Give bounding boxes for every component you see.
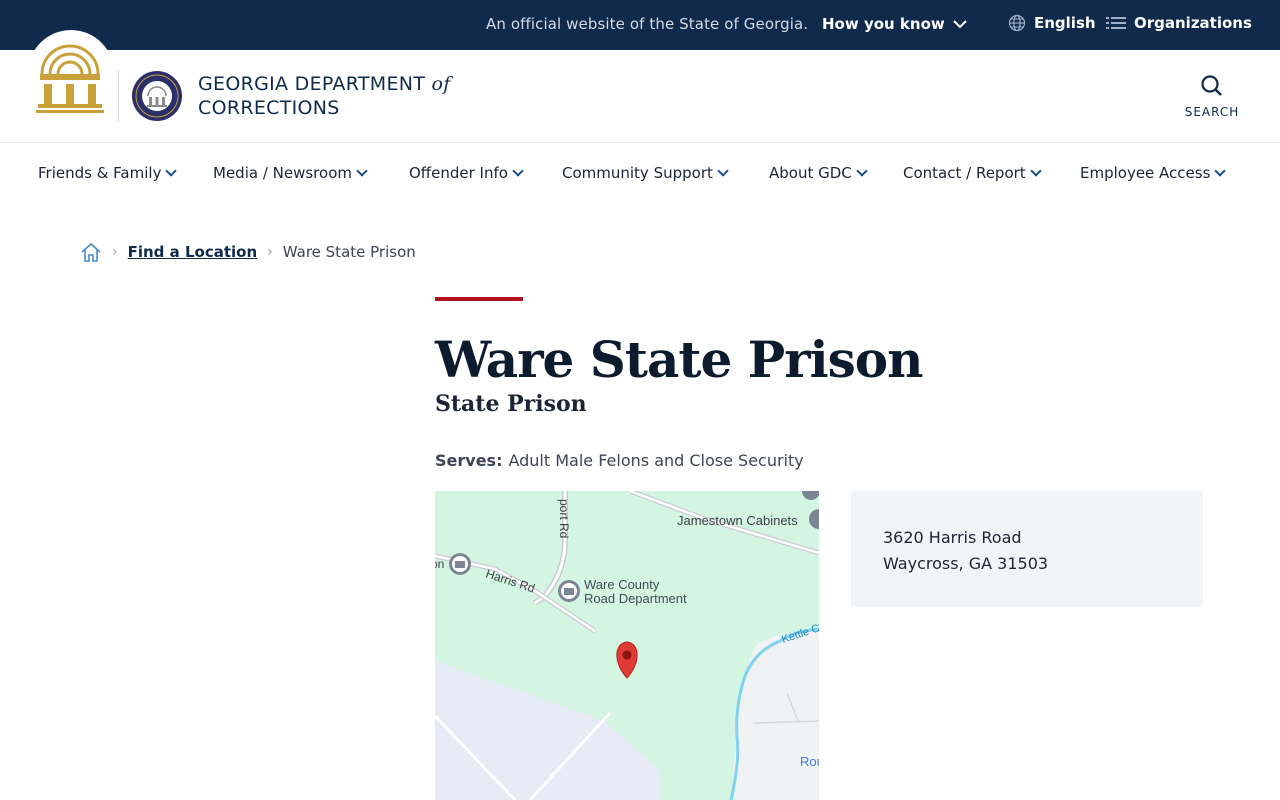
search-label: SEARCH — [1184, 105, 1240, 119]
poi-marker-icon[interactable] — [449, 553, 471, 575]
map-label-port-rd: port Rd — [557, 499, 571, 538]
nav-friends-family[interactable]: Friends & Family — [38, 164, 178, 182]
map-label-ware-county-1: Ware County — [584, 577, 660, 592]
nav-label: Community Support — [562, 164, 713, 182]
address-line1: 3620 Harris Road — [883, 528, 1022, 547]
chevron-down-icon — [356, 164, 368, 177]
gdc-seal-icon[interactable] — [131, 70, 183, 122]
chevron-down-icon — [953, 20, 967, 29]
chevron-right-icon: › — [112, 244, 118, 260]
agency-name-of: of — [431, 73, 451, 95]
list-icon — [1106, 17, 1126, 29]
how-you-know-label: How you know — [822, 15, 945, 33]
chevron-down-icon — [1030, 164, 1042, 177]
serves-info: Serves: Adult Male Felons and Close Secur… — [435, 451, 804, 470]
serves-value: Adult Male Felons and Close Security — [508, 451, 804, 470]
organizations-button[interactable]: Organizations — [1106, 14, 1252, 32]
chevron-down-icon — [1214, 164, 1227, 177]
map-canvas: port Rd Jamestown Cabinets Harris Rd War… — [435, 491, 819, 800]
nav-community-support[interactable]: Community Support — [562, 164, 729, 182]
official-banner: An official website of the State of Geor… — [0, 0, 1280, 50]
nav-label: Employee Access — [1080, 164, 1211, 182]
agency-name-line2: CORRECTIONS — [198, 97, 340, 119]
nav-label: About GDC — [769, 164, 852, 182]
logo-divider — [118, 70, 119, 122]
globe-icon — [1008, 14, 1026, 32]
chevron-down-icon — [165, 164, 178, 177]
official-site-text: An official website of the State of Geor… — [486, 15, 809, 33]
main-navigation: Friends & Family Media / Newsroom Offend… — [0, 143, 1280, 205]
nav-label: Friends & Family — [38, 164, 162, 182]
nav-label: Offender Info — [409, 164, 508, 182]
chevron-down-icon — [856, 164, 868, 177]
map-label-rou: Rou — [800, 754, 819, 769]
nav-media-newsroom[interactable]: Media / Newsroom — [213, 164, 368, 182]
nav-label: Media / Newsroom — [213, 164, 352, 182]
breadcrumb-find-location-link[interactable]: Find a Location — [128, 243, 258, 261]
organizations-label: Organizations — [1134, 14, 1252, 32]
georgia-arch-logo-icon[interactable] — [36, 40, 104, 116]
agency-name[interactable]: GEORGIA DEPARTMENT of CORRECTIONS — [198, 72, 451, 120]
agency-name-line1: GEORGIA DEPARTMENT — [198, 73, 426, 95]
nav-offender-info[interactable]: Offender Info — [409, 164, 524, 182]
breadcrumb: › Find a Location › Ware State Prison — [80, 241, 416, 263]
location-map[interactable]: port Rd Jamestown Cabinets Harris Rd War… — [435, 491, 819, 800]
chevron-down-icon — [717, 164, 729, 177]
search-icon — [1201, 75, 1222, 96]
chevron-down-icon — [512, 164, 524, 177]
map-label-on: on — [435, 557, 444, 571]
page-subtitle: State Prison — [435, 391, 587, 417]
language-label: English — [1034, 14, 1096, 32]
how-you-know-button[interactable]: How you know — [822, 15, 967, 33]
map-label-ware-county-2: Road Department — [584, 591, 687, 606]
language-selector[interactable]: English — [1008, 14, 1096, 32]
map-label-jamestown: Jamestown Cabinets — [677, 513, 798, 528]
nav-label: Contact / Report — [903, 164, 1026, 182]
chevron-right-icon: › — [267, 244, 273, 260]
address-line2: Waycross, GA 31503 — [883, 554, 1049, 573]
site-header — [0, 50, 1280, 143]
home-icon[interactable] — [80, 241, 102, 263]
search-button[interactable]: SEARCH — [1180, 74, 1244, 119]
address-card: 3620 Harris Road Waycross, GA 31503 — [851, 491, 1203, 607]
breadcrumb-current: Ware State Prison — [282, 243, 416, 261]
page-title: Ware State Prison — [435, 330, 923, 389]
title-accent-line — [435, 297, 523, 301]
serves-label: Serves: — [435, 451, 503, 470]
nav-about-gdc[interactable]: About GDC — [769, 164, 868, 182]
poi-marker-icon[interactable] — [558, 580, 580, 602]
nav-employee-access[interactable]: Employee Access — [1080, 164, 1227, 182]
nav-contact-report[interactable]: Contact / Report — [903, 164, 1042, 182]
